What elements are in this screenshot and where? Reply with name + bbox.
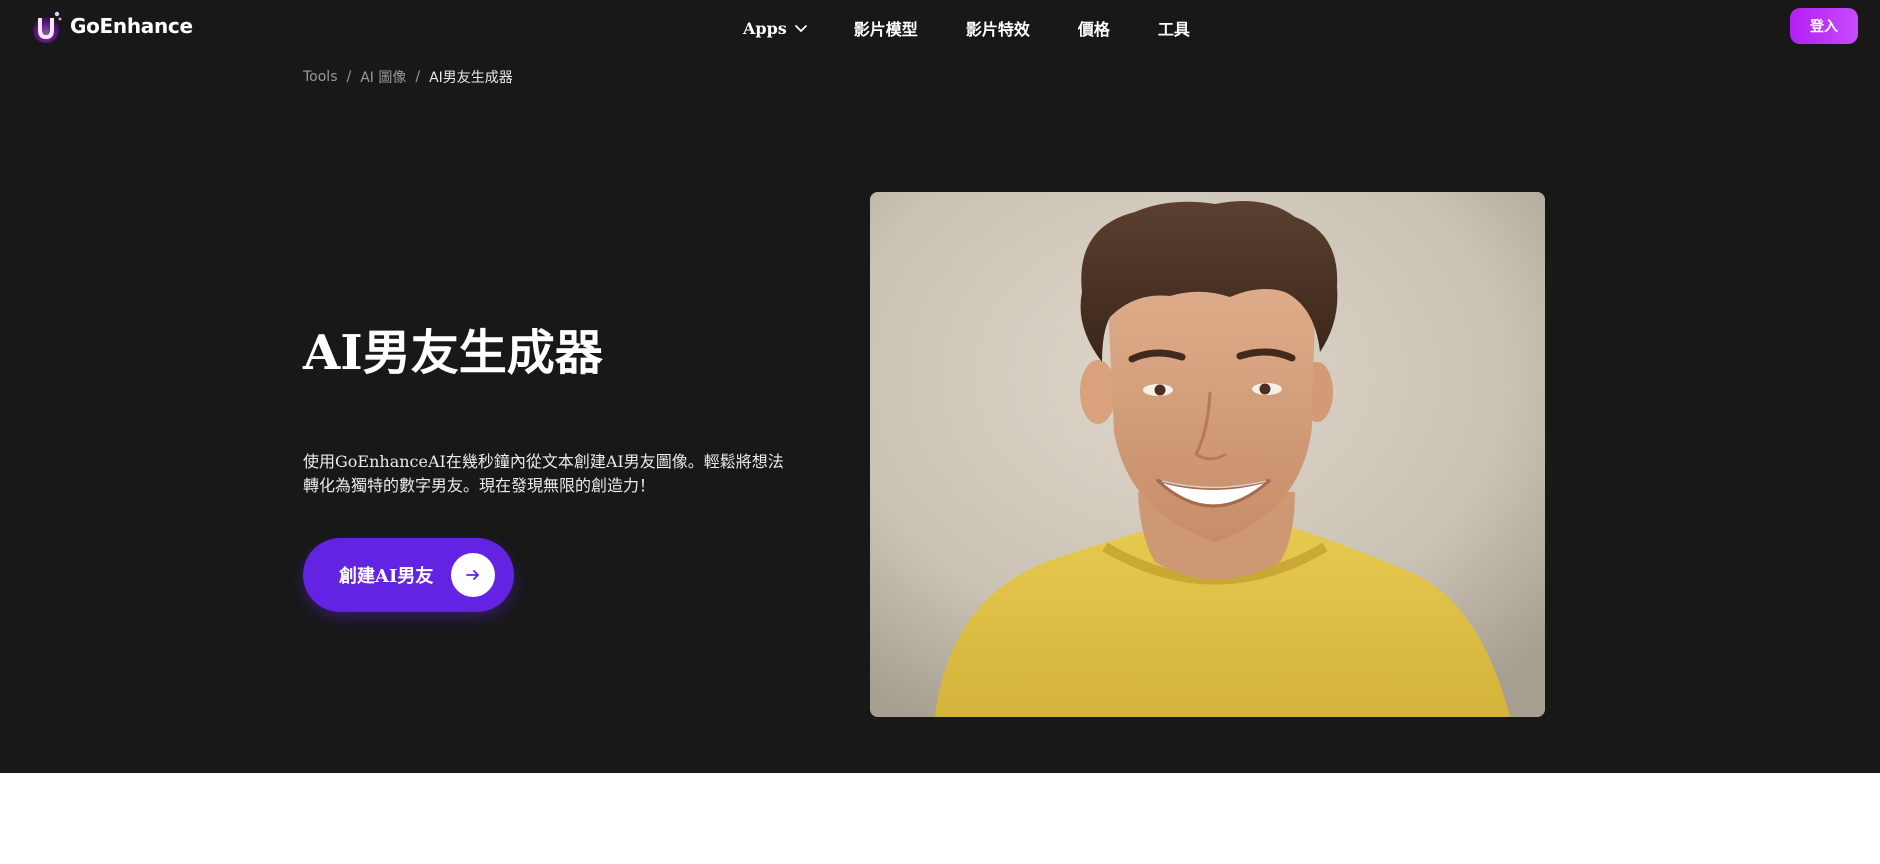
- breadcrumb-separator: /: [415, 69, 421, 85]
- page-title: AI男友生成器: [303, 325, 603, 381]
- nav-item-video-effects[interactable]: 影片特效: [966, 14, 1030, 42]
- logo-icon: [33, 11, 62, 43]
- nav-item-pricing[interactable]: 價格: [1078, 14, 1110, 42]
- login-button[interactable]: 登入: [1790, 8, 1858, 44]
- nav-item-label: Apps: [743, 18, 787, 38]
- breadcrumb-item-tools[interactable]: Tools: [303, 69, 338, 85]
- content-section: [0, 773, 1880, 864]
- portrait-image: [870, 192, 1545, 717]
- cta-label: 創建AI男友: [339, 566, 434, 587]
- chevron-down-icon: [794, 25, 807, 32]
- arrow-right-icon: [466, 570, 479, 580]
- breadcrumb: Tools / AI 圖像 / AI男友生成器: [303, 68, 513, 86]
- breadcrumb-item-ai-image[interactable]: AI 圖像: [360, 67, 406, 87]
- main-nav: Apps 影片模型 影片特效 價格 工具: [743, 14, 1190, 42]
- portrait-photo: [870, 192, 1545, 717]
- nav-item-apps[interactable]: Apps: [743, 14, 809, 42]
- logo-text: GoEnhance: [70, 14, 193, 38]
- nav-item-tools[interactable]: 工具: [1158, 14, 1190, 42]
- logo[interactable]: GoEnhance: [30, 8, 193, 44]
- breadcrumb-item-current: AI男友生成器: [429, 70, 513, 86]
- cta-arrow-circle: [451, 553, 495, 597]
- breadcrumb-separator: /: [346, 69, 352, 85]
- nav-item-video-models[interactable]: 影片模型: [854, 14, 918, 42]
- hero-description: 使用GoEnhanceAI在幾秒鐘內從文本創建AI男友圖像。輕鬆將想法轉化為獨特…: [303, 452, 784, 495]
- create-ai-boyfriend-button[interactable]: 創建AI男友: [303, 538, 514, 612]
